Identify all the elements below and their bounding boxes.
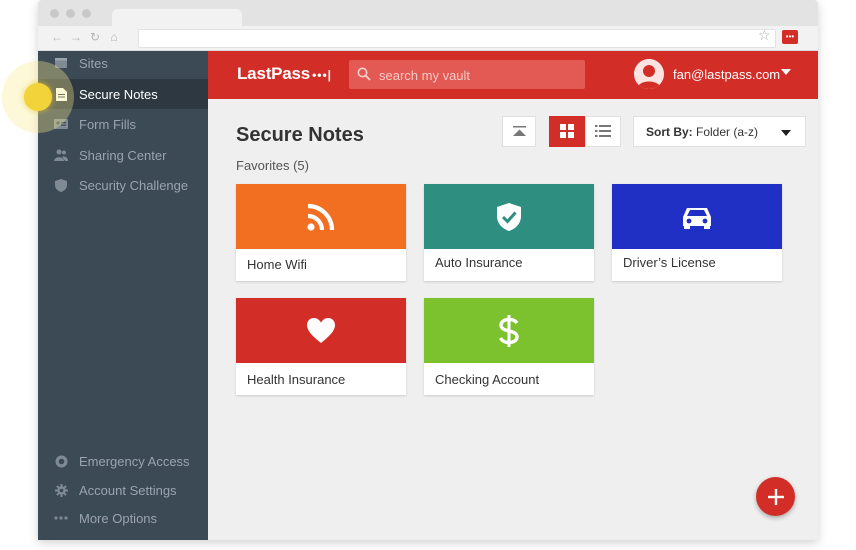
sort-value: Folder (a-z) [696, 125, 759, 139]
card-header [236, 184, 406, 249]
sidebar-item-security-challenge[interactable]: Security Challenge [38, 170, 208, 200]
card-header [424, 184, 594, 249]
plus-icon [767, 488, 784, 505]
shield-check-icon [497, 202, 521, 231]
search-box[interactable] [349, 60, 585, 89]
grid-icon [560, 124, 574, 138]
browser-tab[interactable] [112, 9, 242, 26]
wifi-icon [307, 203, 335, 231]
window-close-dot[interactable] [50, 9, 59, 18]
car-icon [683, 207, 711, 229]
shield-icon [54, 178, 68, 192]
note-card-auto-insurance[interactable]: Auto Insurance [424, 184, 594, 281]
sort-text: Sort By: Folder (a-z) [646, 125, 758, 139]
list-icon [595, 125, 611, 137]
app-header: LastPass•••| fan@lastpass.com [208, 51, 818, 99]
sidebar-item-label: Sites [79, 55, 108, 71]
card-label: Driver’s License [623, 255, 716, 270]
card-label: Checking Account [435, 372, 540, 387]
sidebar-item-label: More Options [79, 510, 158, 526]
search-input[interactable] [377, 64, 581, 86]
sidebar-item-sharing-center[interactable]: Sharing Center [38, 140, 208, 170]
lifebuoy-icon [54, 455, 68, 468]
sidebar-item-label: Emergency Access [79, 453, 190, 469]
sort-dropdown[interactable]: Sort By: Folder (a-z) [633, 116, 806, 147]
window-minimize-dot[interactable] [66, 9, 75, 18]
main-content: Secure Notes Favorites (5) Sort By: Fold… [208, 99, 818, 540]
note-card-home-wifi[interactable]: Home Wifi [236, 184, 406, 281]
sidebar: Sites Secure Notes Form Fills Sharing Ce… [38, 51, 208, 540]
home-icon[interactable]: ⌂ [107, 30, 121, 44]
heart-icon [307, 318, 335, 343]
people-icon [54, 149, 68, 161]
sidebar-item-emergency-access[interactable]: Emergency Access [38, 446, 208, 476]
bookmark-star-icon[interactable]: ☆ [758, 27, 771, 44]
cursor-indicator [24, 83, 52, 111]
page-title: Secure Notes [236, 124, 364, 146]
lastpass-extension-icon[interactable]: ••• [782, 30, 798, 44]
note-card-checking-account[interactable]: Checking Account [424, 298, 594, 395]
sidebar-item-label: Sharing Center [79, 147, 167, 163]
scroll-to-top-button[interactable] [502, 116, 536, 147]
sidebar-item-label: Form Fills [79, 116, 137, 132]
card-header [236, 298, 406, 363]
avatar[interactable] [634, 59, 664, 89]
card-label: Health Insurance [247, 372, 346, 387]
add-item-button[interactable] [756, 477, 795, 516]
card-header [612, 184, 782, 249]
user-email[interactable]: fan@lastpass.com [673, 67, 780, 82]
note-card-health-insurance[interactable]: Health Insurance [236, 298, 406, 395]
gear-icon [54, 483, 68, 497]
address-bar[interactable] [138, 29, 776, 48]
sidebar-item-label: Secure Notes [79, 86, 158, 102]
sidebar-item-label: Account Settings [79, 482, 177, 498]
browser-window: ← → ↻ ⌂ ☆ ••• Sites Secure Notes Form Fi… [38, 0, 818, 540]
search-icon [357, 67, 371, 86]
note-card-drivers-license[interactable]: Driver’s License [612, 184, 782, 281]
back-arrow-icon[interactable]: ← [50, 30, 64, 44]
lastpass-logo[interactable]: LastPass •••| [237, 64, 332, 84]
more-dots-icon [54, 516, 68, 520]
window-maximize-dot[interactable] [82, 9, 91, 18]
logo-dots: •••| [312, 68, 333, 82]
forward-arrow-icon[interactable]: → [69, 30, 83, 44]
favorites-heading: Favorites (5) [236, 158, 309, 173]
sidebar-item-label: Security Challenge [79, 177, 189, 193]
browser-tabstrip [38, 0, 818, 26]
card-label: Auto Insurance [435, 255, 523, 270]
reload-icon[interactable]: ↻ [88, 30, 102, 44]
sort-label: Sort By: [646, 125, 693, 139]
card-label: Home Wifi [247, 257, 307, 272]
list-view-button[interactable] [585, 116, 621, 147]
dollar-icon [498, 314, 519, 347]
logo-text: LastPass [237, 64, 311, 83]
user-menu-caret-icon[interactable] [781, 69, 791, 75]
chevron-down-icon [781, 130, 791, 136]
grid-view-button[interactable] [549, 116, 585, 147]
card-header [424, 298, 594, 363]
collapse-up-icon [513, 126, 526, 136]
sidebar-item-account-settings[interactable]: Account Settings [38, 475, 208, 505]
sidebar-item-more-options[interactable]: More Options [38, 503, 208, 533]
